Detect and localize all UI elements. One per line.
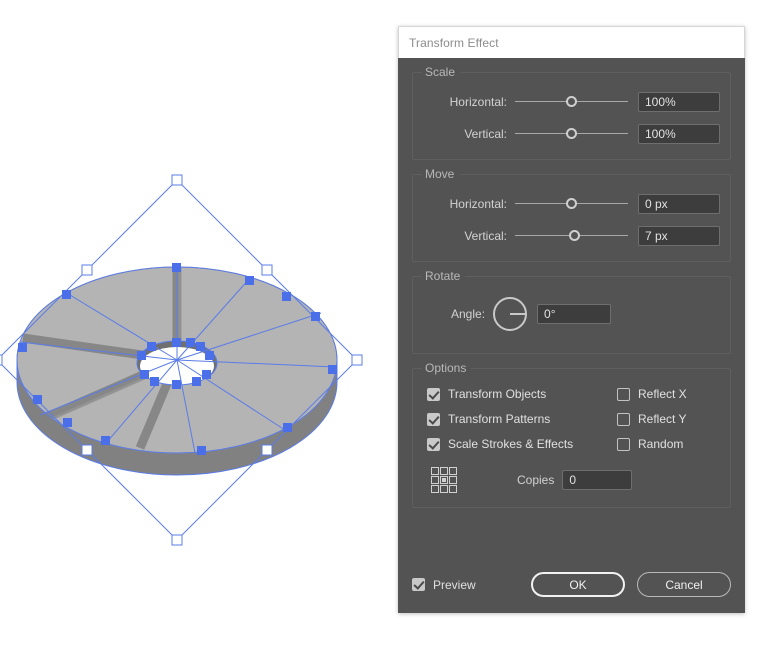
ok-button[interactable]: OK	[531, 572, 625, 597]
scale-vertical-label: Vertical:	[464, 127, 507, 141]
anchor-cell-middle-right[interactable]	[449, 476, 457, 484]
anchor-cell-top-left[interactable]	[431, 467, 439, 475]
checkbox-box-unchecked-icon[interactable]	[617, 387, 630, 401]
rotate-group-title: Rotate	[422, 269, 466, 283]
anchor-cell-bottom-center[interactable]	[440, 485, 448, 493]
scale-horizontal-slider[interactable]	[515, 92, 628, 112]
preview-label: Preview	[433, 577, 476, 592]
copies-row: Copies 0	[427, 467, 720, 493]
move-horizontal-slider[interactable]	[515, 194, 628, 214]
anchor-cell-top-right[interactable]	[449, 467, 457, 475]
dialog-title: Transform Effect	[409, 35, 499, 50]
checkbox-reflect-x[interactable]: Reflect X	[617, 387, 720, 401]
checkbox-box-checked-icon[interactable]	[427, 387, 440, 401]
move-vertical-slider[interactable]	[515, 226, 628, 246]
options-group-title: Options	[422, 361, 472, 375]
move-vertical-input[interactable]: 7 px	[638, 226, 720, 246]
slider-knob[interactable]	[565, 198, 577, 209]
cancel-button[interactable]: Cancel	[637, 572, 731, 597]
rotate-angle-input[interactable]: 0°	[537, 304, 612, 324]
scale-horizontal-row: Horizontal: 100%	[423, 89, 720, 115]
checkbox-transform-patterns[interactable]: Transform Patterns	[427, 412, 617, 426]
slider-knob[interactable]	[565, 128, 577, 139]
anchor-cell-center[interactable]	[440, 476, 448, 484]
options-group: Options Transform Objects Reflect X Tran…	[412, 361, 731, 508]
checkbox-label: Transform Patterns	[448, 412, 551, 426]
checkbox-label: Transform Objects	[448, 387, 547, 401]
copies-input[interactable]: 0	[562, 470, 633, 490]
rotate-angle-label: Angle:	[451, 307, 486, 321]
move-vertical-row: Vertical: 7 px	[423, 223, 720, 249]
checkbox-box-unchecked-icon[interactable]	[617, 437, 630, 451]
rotate-angle-row: Angle: 0°	[423, 297, 720, 331]
move-group-title: Move	[422, 167, 460, 181]
scale-horizontal-input[interactable]: 100%	[638, 92, 720, 112]
copies-label: Copies	[517, 473, 555, 487]
scale-vertical-slider[interactable]	[515, 124, 628, 144]
anchor-cell-top-center[interactable]	[440, 467, 448, 475]
anchor-cell-bottom-left[interactable]	[431, 485, 439, 493]
checkbox-box-checked-icon[interactable]	[412, 578, 425, 591]
checkbox-transform-objects[interactable]: Transform Objects	[427, 387, 617, 401]
checkbox-label: Reflect Y	[638, 412, 687, 426]
checkbox-preview[interactable]: Preview	[412, 578, 476, 592]
rotate-group: Rotate Angle: 0°	[412, 269, 731, 354]
anchor-cell-bottom-right[interactable]	[449, 485, 457, 493]
dialog-footer: Preview OK Cancel	[412, 572, 731, 597]
checkbox-reflect-y[interactable]: Reflect Y	[617, 412, 720, 426]
options-checkbox-grid: Transform Objects Reflect X Transform Pa…	[427, 387, 720, 451]
anchor-cell-middle-left[interactable]	[431, 476, 439, 484]
move-horizontal-label: Horizontal:	[449, 197, 507, 211]
move-horizontal-row: Horizontal: 0 px	[423, 191, 720, 217]
checkbox-label: Scale Strokes & Effects	[448, 437, 574, 451]
slider-knob[interactable]	[568, 230, 580, 241]
artwork-3d-slotted-disc[interactable]	[0, 160, 380, 580]
slider-knob[interactable]	[565, 96, 577, 107]
illustration-canvas[interactable]	[0, 0, 398, 659]
scale-vertical-row: Vertical: 100%	[423, 121, 720, 147]
checkbox-label: Random	[638, 437, 684, 451]
scale-vertical-input[interactable]: 100%	[638, 124, 720, 144]
transform-effect-dialog[interactable]: Transform Effect Scale Horizontal: 100% …	[398, 26, 745, 613]
checkbox-box-unchecked-icon[interactable]	[617, 412, 630, 426]
move-vertical-label: Vertical:	[464, 229, 507, 243]
checkbox-box-checked-icon[interactable]	[427, 412, 440, 426]
checkbox-label: Reflect X	[638, 387, 687, 401]
checkbox-scale-strokes-effects[interactable]: Scale Strokes & Effects	[427, 437, 617, 451]
move-horizontal-input[interactable]: 0 px	[638, 194, 720, 214]
angle-dial-needle	[510, 313, 527, 315]
move-group: Move Horizontal: 0 px Vertical: 7 px	[412, 167, 731, 262]
scale-group: Scale Horizontal: 100% Vertical: 100%	[412, 65, 731, 160]
checkbox-box-checked-icon[interactable]	[427, 437, 440, 451]
dialog-body: Scale Horizontal: 100% Vertical: 100% Mo…	[398, 58, 745, 613]
dialog-titlebar[interactable]: Transform Effect	[398, 26, 745, 58]
anchor-point-grid-icon[interactable]	[431, 467, 457, 493]
scale-group-title: Scale	[422, 65, 461, 79]
scale-horizontal-label: Horizontal:	[449, 95, 507, 109]
angle-dial-icon[interactable]	[493, 297, 528, 331]
checkbox-random[interactable]: Random	[617, 437, 720, 451]
